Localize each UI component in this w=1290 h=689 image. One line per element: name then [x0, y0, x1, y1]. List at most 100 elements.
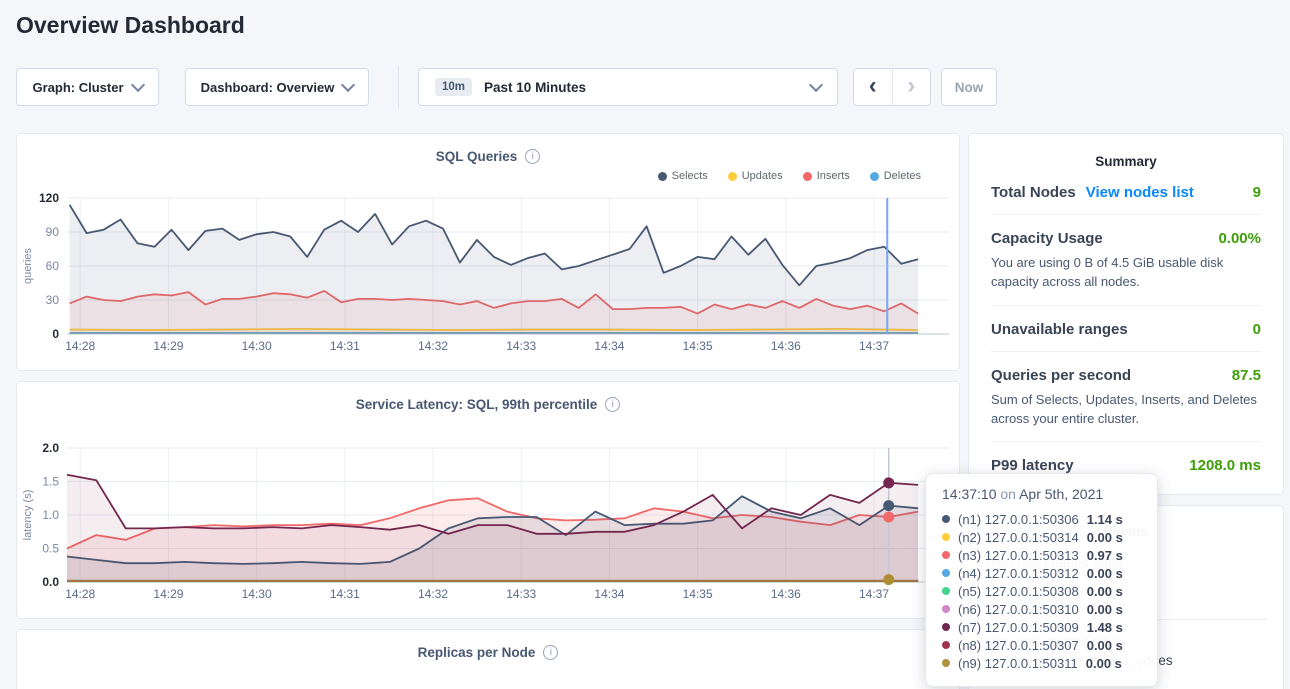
total-nodes-value: 9: [1253, 184, 1261, 201]
x-axis-tick: 14:32: [418, 339, 448, 353]
summary-row-capacity: Capacity Usage 0.00% You are using 0 B o…: [991, 215, 1261, 306]
y-axis-tick: 2.0: [42, 441, 59, 455]
y-axis-tick: 0.5: [42, 542, 59, 556]
now-button[interactable]: Now: [941, 68, 997, 106]
node-dot-icon: [942, 623, 950, 631]
legend-item: Selects: [658, 170, 708, 182]
tooltip-timestamp: 14:37:10 on Apr 5th, 2021: [942, 486, 1141, 502]
tooltip-row: (n9) 127.0.0.1:50311 0.00 s: [942, 654, 1141, 672]
info-icon[interactable]: i: [605, 397, 620, 412]
graph-dropdown-label: Graph: Cluster: [32, 80, 123, 95]
next-time-button[interactable]: ›: [892, 69, 931, 105]
page-title: Overview Dashboard: [16, 12, 245, 39]
highlight-dot: [883, 477, 894, 488]
chart-legend: SelectsUpdatesInsertsDeletes: [17, 168, 921, 184]
legend-dot-icon: [728, 172, 737, 181]
info-icon[interactable]: i: [525, 149, 540, 164]
node-latency-value: 0.00 s: [1086, 656, 1122, 671]
toolbar-divider: [398, 66, 399, 108]
node-latency-value: 0.97 s: [1087, 548, 1123, 563]
summary-row-qps: Queries per second 87.5 Sum of Selects, …: [991, 352, 1261, 443]
node-dot-icon: [942, 533, 950, 541]
tooltip-row: (n3) 127.0.0.1:50313 0.97 s: [942, 546, 1141, 564]
chevron-down-icon: [341, 78, 355, 92]
capacity-label: Capacity Usage: [991, 230, 1103, 247]
x-axis-tick: 14:34: [594, 339, 624, 353]
time-range-label: Past 10 Minutes: [484, 80, 586, 95]
tooltip-row: (n5) 127.0.0.1:503080.00 s: [942, 582, 1141, 600]
node-address: (n1) 127.0.0.1:50306: [958, 512, 1079, 527]
service-latency-card: Service Latency: SQL, 99th percentile i …: [16, 381, 960, 619]
capacity-value: 0.00%: [1218, 230, 1261, 247]
x-axis-tick: 14:37: [859, 339, 889, 353]
dashboard-dropdown-label: Dashboard: Overview: [201, 80, 335, 95]
qps-value: 87.5: [1232, 367, 1261, 384]
legend-dot-icon: [658, 172, 667, 181]
prev-time-button[interactable]: ‹: [854, 69, 892, 105]
chevron-left-icon: ‹: [869, 72, 877, 100]
node-dot-icon: [942, 659, 950, 667]
y-axis-tick: 90: [46, 225, 60, 239]
unavailable-ranges-label: Unavailable ranges: [991, 321, 1128, 338]
tooltip-row: (n7) 127.0.0.1:50309 1.48 s: [942, 618, 1141, 636]
node-dot-icon: [942, 515, 950, 523]
x-axis-tick: 14:33: [506, 339, 536, 353]
highlight-dot: [883, 512, 894, 523]
node-address: (n8) 127.0.0.1:50307: [958, 638, 1079, 653]
replicas-per-node-card: Replicas per Node i: [16, 629, 960, 689]
x-axis-tick: 14:35: [683, 339, 713, 353]
x-axis-tick: 14:28: [65, 587, 95, 601]
dashboard-dropdown[interactable]: Dashboard: Overview: [185, 68, 369, 106]
node-address: (n3) 127.0.0.1:50313: [958, 548, 1079, 563]
chart-title: Service Latency: SQL, 99th percentile: [356, 397, 598, 412]
legend-dot-icon: [870, 172, 879, 181]
service-latency-chart[interactable]: 14:2814:2914:3014:3114:3214:3314:3414:35…: [17, 422, 959, 606]
sql-queries-card: SQL Queries i SelectsUpdatesInsertsDelet…: [16, 133, 960, 371]
tooltip-row: (n6) 127.0.0.1:503100.00 s: [942, 600, 1141, 618]
chevron-down-icon: [130, 78, 144, 92]
y-axis-tick: 30: [46, 293, 60, 307]
x-axis-tick: 14:33: [506, 587, 536, 601]
x-axis-tick: 14:30: [242, 339, 272, 353]
tooltip-row: (n2) 127.0.0.1:503140.00 s: [942, 528, 1141, 546]
x-axis-tick: 14:31: [330, 339, 360, 353]
time-range-selector[interactable]: 10m Past 10 Minutes: [418, 68, 838, 106]
overview-dashboard-page: Overview Dashboard Graph: Cluster Dashbo…: [0, 0, 1290, 689]
node-latency-value: 0.00 s: [1087, 584, 1123, 599]
info-icon[interactable]: i: [543, 645, 558, 660]
node-dot-icon: [942, 605, 950, 613]
node-latency-value: 1.48 s: [1087, 620, 1123, 635]
x-axis-tick: 14:28: [65, 339, 95, 353]
tooltip-row: (n4) 127.0.0.1:503120.00 s: [942, 564, 1141, 582]
chevron-down-icon: [809, 78, 823, 92]
node-dot-icon: [942, 587, 950, 595]
node-latency-value: 0.00 s: [1087, 530, 1123, 545]
y-axis-tick: 1.0: [42, 508, 59, 522]
x-axis-tick: 14:36: [771, 339, 801, 353]
chart-title: SQL Queries: [436, 149, 518, 164]
series-area: [70, 205, 919, 334]
x-axis-tick: 14:32: [418, 587, 448, 601]
chart-title: Replicas per Node: [418, 645, 536, 660]
view-nodes-list-link[interactable]: View nodes list: [1086, 184, 1194, 201]
summary-row-total-nodes: Total Nodes View nodes list 9: [991, 169, 1261, 215]
node-dot-icon: [942, 551, 950, 559]
y-axis-label: queries: [22, 247, 34, 284]
sql-queries-chart[interactable]: 14:28 14:29 14:30 14:31 14:32 14:33 14:34 14:35…: [17, 186, 959, 358]
summary-row-unavailable: Unavailable ranges 0: [991, 306, 1261, 352]
node-latency-value: 1.14 s: [1087, 512, 1123, 527]
node-address: (n9) 127.0.0.1:50311: [958, 656, 1078, 671]
total-nodes-label: Total Nodes: [991, 184, 1076, 201]
x-axis-tick: 14:37: [859, 587, 889, 601]
legend-label: Selects: [672, 170, 708, 182]
node-address: (n7) 127.0.0.1:50309: [958, 620, 1079, 635]
y-axis-tick: 120: [39, 191, 59, 205]
p99-latency-value: 1208.0 ms: [1189, 457, 1261, 474]
x-axis-tick: 14:35: [683, 587, 713, 601]
x-axis-tick: 14:36: [771, 587, 801, 601]
x-axis-tick: 14:31: [330, 587, 360, 601]
tooltip-row: (n1) 127.0.0.1:50306 1.14 s: [942, 510, 1141, 528]
y-axis-tick: 0: [52, 327, 59, 341]
x-axis-tick: 14:29: [153, 339, 183, 353]
graph-dropdown[interactable]: Graph: Cluster: [16, 68, 159, 106]
